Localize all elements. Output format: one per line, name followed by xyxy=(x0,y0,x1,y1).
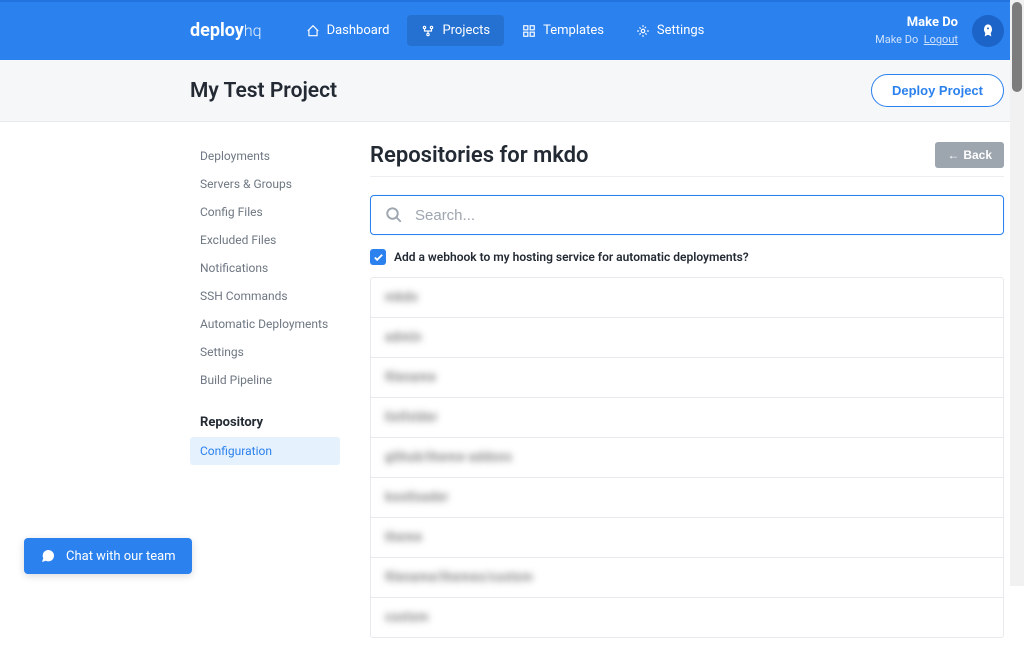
webhook-checkbox[interactable] xyxy=(370,249,386,265)
webhook-label: Add a webhook to my hosting service for … xyxy=(394,250,749,264)
search-input[interactable] xyxy=(415,207,989,224)
sidebar-item-build-pipeline[interactable]: Build Pipeline xyxy=(190,366,340,394)
repo-row[interactable]: custom xyxy=(371,598,1003,637)
project-title: My Test Project xyxy=(190,79,337,103)
topbar: deployhq Dashboard Projects Templates xyxy=(0,0,1024,60)
repo-list: mkdo admin filename listfolder github/th… xyxy=(370,277,1004,638)
content-title: Repositories for mkdo xyxy=(370,143,588,168)
sidebar: Deployments Servers & Groups Config File… xyxy=(190,142,340,638)
rocket-icon xyxy=(980,23,996,39)
main-nav: Dashboard Projects Templates Settings xyxy=(292,15,876,46)
nav-projects[interactable]: Projects xyxy=(407,15,504,46)
search-field[interactable] xyxy=(370,195,1004,235)
topbar-user-area: Make Do Make Do Logout xyxy=(875,14,1004,48)
main: Deployments Servers & Groups Config File… xyxy=(0,122,1024,658)
nav-label: Settings xyxy=(657,23,704,38)
nav-label: Projects xyxy=(442,23,490,38)
sidebar-item-settings[interactable]: Settings xyxy=(190,338,340,366)
nav-settings[interactable]: Settings xyxy=(622,15,718,46)
logo-prefix: deploy xyxy=(190,20,244,41)
sidebar-heading-repository: Repository xyxy=(190,408,340,437)
subheader: My Test Project Deploy Project xyxy=(0,60,1024,122)
chat-label: Chat with our team xyxy=(66,549,176,564)
sidebar-item-deployments[interactable]: Deployments xyxy=(190,142,340,170)
chat-icon xyxy=(40,548,56,564)
sidebar-item-excluded-files[interactable]: Excluded Files xyxy=(190,226,340,254)
repo-row[interactable]: mkdo xyxy=(371,278,1003,318)
gear-icon xyxy=(636,24,650,38)
repo-row[interactable]: admin xyxy=(371,318,1003,358)
nav-label: Dashboard xyxy=(327,23,390,38)
user-org: Make Do xyxy=(875,33,918,46)
content: Repositories for mkdo ← Back Add a webho… xyxy=(370,142,1004,638)
repo-row[interactable]: bootloader xyxy=(371,478,1003,518)
templates-icon xyxy=(522,24,536,38)
sidebar-item-notifications[interactable]: Notifications xyxy=(190,254,340,282)
sidebar-item-config-files[interactable]: Config Files xyxy=(190,198,340,226)
arrow-left-icon: ← xyxy=(947,148,959,162)
back-label: Back xyxy=(963,148,992,162)
webhook-row: Add a webhook to my hosting service for … xyxy=(370,249,1004,265)
back-button[interactable]: ← Back xyxy=(935,142,1004,168)
projects-icon xyxy=(421,24,435,38)
scrollbar-thumb[interactable] xyxy=(1012,2,1022,92)
avatar[interactable] xyxy=(972,15,1004,47)
repo-row[interactable]: theme xyxy=(371,518,1003,558)
sidebar-item-configuration[interactable]: Configuration xyxy=(190,437,340,465)
divider xyxy=(370,176,1004,177)
sidebar-item-ssh-commands[interactable]: SSH Commands xyxy=(190,282,340,310)
sidebar-item-servers-groups[interactable]: Servers & Groups xyxy=(190,170,340,198)
logo[interactable]: deployhq xyxy=(190,20,262,41)
nav-templates[interactable]: Templates xyxy=(508,15,618,46)
repo-row[interactable]: github/theme-addons xyxy=(371,438,1003,478)
nav-dashboard[interactable]: Dashboard xyxy=(292,15,404,46)
check-icon xyxy=(373,252,384,263)
logo-suffix: hq xyxy=(244,21,262,40)
search-icon xyxy=(385,206,403,224)
repo-row[interactable]: filename/themes/custom xyxy=(371,558,1003,598)
repo-row[interactable]: filename xyxy=(371,358,1003,398)
deploy-project-button[interactable]: Deploy Project xyxy=(871,74,1004,107)
nav-label: Templates xyxy=(543,23,604,38)
scrollbar[interactable] xyxy=(1010,0,1024,586)
home-icon xyxy=(306,24,320,38)
repo-row[interactable]: listfolder xyxy=(371,398,1003,438)
chat-widget[interactable]: Chat with our team xyxy=(24,538,192,574)
logout-link[interactable]: Logout xyxy=(924,33,958,46)
user-name: Make Do xyxy=(875,14,958,32)
sidebar-item-automatic-deployments[interactable]: Automatic Deployments xyxy=(190,310,340,338)
